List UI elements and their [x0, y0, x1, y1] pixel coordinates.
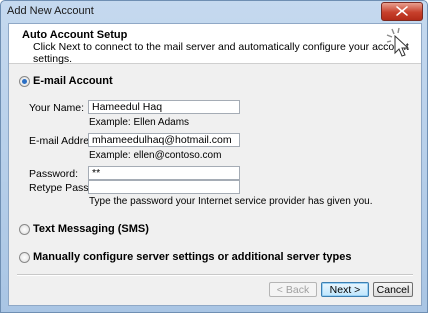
- window-title: Add New Account: [7, 5, 94, 17]
- footer-divider: [17, 274, 413, 276]
- text-messaging-label: Text Messaging (SMS): [33, 223, 149, 235]
- your-name-field[interactable]: [88, 100, 240, 114]
- text-messaging-option[interactable]: Text Messaging (SMS): [19, 223, 219, 237]
- password-hint: Type the password your Internet service …: [89, 196, 373, 207]
- manual-config-label: Manually configure server settings or ad…: [33, 251, 352, 263]
- cursor-click-icon: [386, 27, 410, 57]
- email-address-field[interactable]: [88, 133, 240, 147]
- password-field[interactable]: [88, 166, 240, 180]
- manual-config-radio[interactable]: [19, 252, 30, 263]
- your-name-label: Your Name:: [29, 102, 85, 114]
- header-description: Click Next to connect to the mail server…: [33, 41, 409, 65]
- email-account-label: E-mail Account: [33, 75, 113, 87]
- email-account-option[interactable]: E-mail Account: [19, 75, 169, 89]
- back-button[interactable]: < Back: [269, 282, 317, 297]
- cancel-button[interactable]: Cancel: [373, 282, 413, 297]
- add-account-dialog: Add New Account Auto Account Setup Click…: [0, 0, 428, 313]
- title-bar[interactable]: Add New Account: [1, 1, 427, 23]
- dialog-body: Auto Account Setup Click Next to connect…: [8, 23, 422, 306]
- header-title: Auto Account Setup: [22, 29, 128, 41]
- password-label: Password:: [29, 168, 79, 180]
- text-messaging-radio[interactable]: [19, 224, 30, 235]
- email-example: Example: ellen@contoso.com: [89, 150, 222, 161]
- email-account-radio[interactable]: [19, 76, 30, 87]
- close-button[interactable]: [381, 2, 423, 21]
- name-example: Example: Ellen Adams: [89, 117, 190, 128]
- next-button[interactable]: Next >: [321, 282, 369, 297]
- manual-config-option[interactable]: Manually configure server settings or ad…: [19, 251, 379, 265]
- retype-password-field[interactable]: [88, 180, 240, 194]
- close-icon: [396, 6, 408, 16]
- dialog-header: Auto Account Setup Click Next to connect…: [9, 24, 421, 65]
